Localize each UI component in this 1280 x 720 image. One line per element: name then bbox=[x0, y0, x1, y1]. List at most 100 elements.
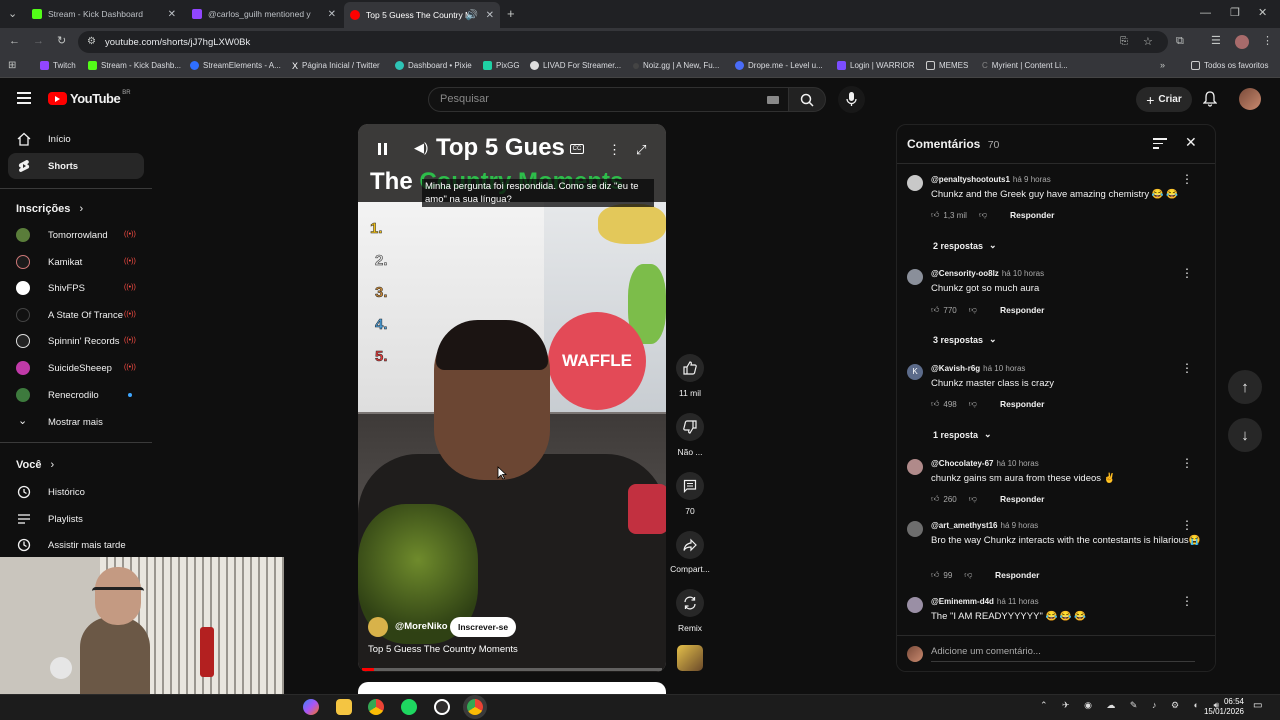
sidebar-item-history[interactable]: Histórico bbox=[8, 479, 144, 505]
copilot-icon[interactable] bbox=[303, 699, 319, 715]
search-input[interactable]: Pesquisar bbox=[428, 87, 790, 112]
close-icon[interactable]: ✕ bbox=[328, 9, 336, 20]
sidebar-item-playlists[interactable]: Playlists bbox=[8, 506, 144, 532]
youtube-logo[interactable]: YouTube BR bbox=[48, 90, 131, 106]
close-icon[interactable]: ✕ bbox=[486, 10, 494, 21]
sidebar-item-shorts[interactable]: Shorts bbox=[8, 153, 144, 179]
reply-button[interactable]: Responder bbox=[1000, 399, 1044, 409]
speaker-icon[interactable]: 🔊 bbox=[466, 10, 478, 21]
spotify-icon[interactable] bbox=[401, 699, 417, 715]
new-tab-icon[interactable]: + bbox=[507, 7, 515, 20]
avatar[interactable] bbox=[907, 269, 923, 285]
thumbs-up-icon[interactable]: 👍︎ bbox=[931, 494, 939, 504]
notifications-bell-icon[interactable] bbox=[1203, 91, 1217, 107]
chrome-icon[interactable] bbox=[368, 699, 384, 715]
channel-name[interactable]: @MoreNiko bbox=[395, 621, 448, 632]
subscription-a-state-of-trance[interactable]: A State Of Trance ((•)) bbox=[16, 306, 146, 324]
install-icon[interactable]: ⎘ bbox=[1120, 36, 1128, 47]
avatar[interactable] bbox=[907, 459, 923, 475]
forward-icon[interactable]: → bbox=[33, 36, 44, 47]
thumbs-down-icon[interactable]: 👎︎ bbox=[969, 399, 977, 409]
hamburger-menu-icon[interactable] bbox=[17, 92, 31, 104]
subscriptions-heading[interactable]: Inscrições › bbox=[16, 203, 83, 215]
next-short-button[interactable]: ↓ bbox=[1228, 418, 1262, 452]
bookmark-pixie[interactable]: Dashboard • Pixie bbox=[395, 61, 472, 70]
comment-more-icon[interactable]: ⋮ bbox=[1181, 173, 1193, 185]
like-button[interactable] bbox=[676, 354, 704, 382]
thumbs-down-icon[interactable]: 👎︎ bbox=[969, 494, 977, 504]
sound-thumbnail[interactable] bbox=[677, 645, 703, 671]
close-comments-icon[interactable]: ✕ bbox=[1185, 134, 1197, 151]
comment-author[interactable]: @Kavish-r6g há 10 horas bbox=[931, 364, 1025, 373]
create-button[interactable]: + Criar bbox=[1136, 87, 1192, 112]
view-replies-button[interactable]: 2 respostas ⌄ bbox=[933, 240, 997, 251]
thumbs-down-icon[interactable]: 👎︎ bbox=[964, 570, 972, 580]
bookmark-streamelements[interactable]: StreamElements - A... bbox=[190, 61, 281, 70]
window-close-icon[interactable]: ✕ bbox=[1258, 8, 1267, 19]
channel-avatar[interactable] bbox=[368, 617, 388, 637]
reply-button[interactable]: Responder bbox=[1000, 494, 1044, 504]
sidebar-item-watch-later[interactable]: Assistir mais tarde bbox=[8, 532, 144, 558]
subscription-shivfps[interactable]: ShivFPS ((•)) bbox=[16, 279, 146, 297]
tab-twitter-mention[interactable]: @carlos_guilh mentioned y ✕ bbox=[186, 4, 342, 24]
thumbs-down-icon[interactable]: 👎︎ bbox=[969, 305, 977, 315]
bookmark-pixgg[interactable]: PixGG bbox=[483, 61, 520, 70]
comment-more-icon[interactable]: ⋮ bbox=[1181, 267, 1193, 279]
reload-icon[interactable]: ↻ bbox=[57, 36, 66, 47]
bookmark-twitter[interactable]: X Página Inicial / Twitter bbox=[292, 61, 380, 71]
tab-youtube-short[interactable]: Top 5 Guess The Country M 🔊 ✕ bbox=[344, 2, 500, 28]
sidebar-item-home[interactable]: Início bbox=[8, 126, 144, 152]
clock[interactable]: 06:54 15/01/2026 bbox=[1200, 697, 1244, 717]
tab-kick-dashboard[interactable]: Stream - Kick Dashboard ✕ bbox=[26, 4, 182, 24]
reading-list-icon[interactable]: ☰ bbox=[1211, 36, 1221, 47]
show-more-button[interactable]: ⌄ Mostrar mais bbox=[16, 413, 146, 431]
comment-author[interactable]: @art_amethyst16 há 9 horas bbox=[931, 521, 1038, 530]
avatar[interactable] bbox=[907, 597, 923, 613]
progress-bar[interactable] bbox=[362, 668, 662, 671]
reply-button[interactable]: Responder bbox=[995, 570, 1039, 580]
site-info-icon[interactable]: ⚙ bbox=[87, 36, 96, 47]
url-input[interactable]: ⚙ youtube.com/shorts/jJ7hgLXW0Bk ⎘ ☆ bbox=[78, 31, 1168, 53]
add-comment-input[interactable]: Adicione um comentário... bbox=[931, 646, 1195, 662]
bookmark-folder-memes[interactable]: MEMES bbox=[926, 61, 968, 70]
system-tray-icons[interactable]: ⌃ ✈ ◉ ☁ ✎ ♪ ⚙ ◐ 🔊︎ bbox=[1040, 700, 1225, 711]
avatar[interactable]: K bbox=[907, 364, 923, 380]
chevron-right-icon[interactable]: » bbox=[1160, 61, 1165, 70]
profile-avatar[interactable] bbox=[1235, 35, 1249, 49]
remix-button[interactable] bbox=[676, 589, 704, 617]
thumbs-up-icon[interactable]: 👍︎ bbox=[931, 399, 939, 409]
restore-icon[interactable]: ❐ bbox=[1230, 8, 1240, 19]
bookmark-twitch[interactable]: Twitch bbox=[40, 61, 76, 70]
file-explorer-icon[interactable] bbox=[336, 699, 352, 715]
keyboard-icon[interactable] bbox=[767, 96, 779, 104]
thumbs-up-icon[interactable]: 👍︎ bbox=[931, 210, 939, 220]
apps-icon[interactable]: ⊞ bbox=[8, 61, 16, 71]
comment-author[interactable]: @Censority-oo8lz há 10 horas bbox=[931, 269, 1044, 278]
comment-more-icon[interactable]: ⋮ bbox=[1181, 362, 1193, 374]
comments-button[interactable] bbox=[676, 472, 704, 500]
bookmark-livad[interactable]: LIVAD For Streamer... bbox=[530, 61, 621, 70]
next-short-preview[interactable] bbox=[358, 682, 666, 694]
notifications-icon[interactable]: ▭ bbox=[1253, 700, 1262, 711]
subscription-renecrodilo[interactable]: Renecrodilo bbox=[16, 386, 146, 404]
bookmark-kick[interactable]: Stream - Kick Dashb... bbox=[88, 61, 181, 70]
comment-author[interactable]: @Chocolatey-67 há 10 horas bbox=[931, 459, 1039, 468]
comment-more-icon[interactable]: ⋮ bbox=[1181, 457, 1193, 469]
search-button[interactable] bbox=[788, 87, 826, 112]
bookmark-all-favorites[interactable]: Todos os favoritos bbox=[1191, 61, 1268, 70]
view-replies-button[interactable]: 1 resposta ⌄ bbox=[933, 429, 992, 440]
avatar[interactable] bbox=[907, 521, 923, 537]
tab-search-icon[interactable]: ⌄ bbox=[8, 9, 17, 20]
reply-button[interactable]: Responder bbox=[1010, 210, 1054, 220]
bookmark-warrior[interactable]: Login | WARRIOR bbox=[837, 61, 914, 70]
comment-more-icon[interactable]: ⋮ bbox=[1181, 595, 1193, 607]
shorts-video-player[interactable]: WAFFLE 1. 2. 3. 4. 5. Top 5 Gues The Cou… bbox=[358, 124, 666, 672]
thumbs-down-icon[interactable]: 👎︎ bbox=[979, 210, 987, 220]
subscription-kamikat[interactable]: Kamikat ((•)) bbox=[16, 253, 146, 271]
comment-more-icon[interactable]: ⋮ bbox=[1181, 519, 1193, 531]
menu-icon[interactable]: ⋮ bbox=[1262, 36, 1273, 47]
comment-author[interactable]: @Eminemm-d4d há 11 horas bbox=[931, 597, 1039, 606]
minimize-icon[interactable]: — bbox=[1200, 8, 1211, 19]
voice-search-button[interactable] bbox=[838, 86, 865, 113]
bookmark-drope[interactable]: Drope.me - Level u... bbox=[735, 61, 823, 70]
